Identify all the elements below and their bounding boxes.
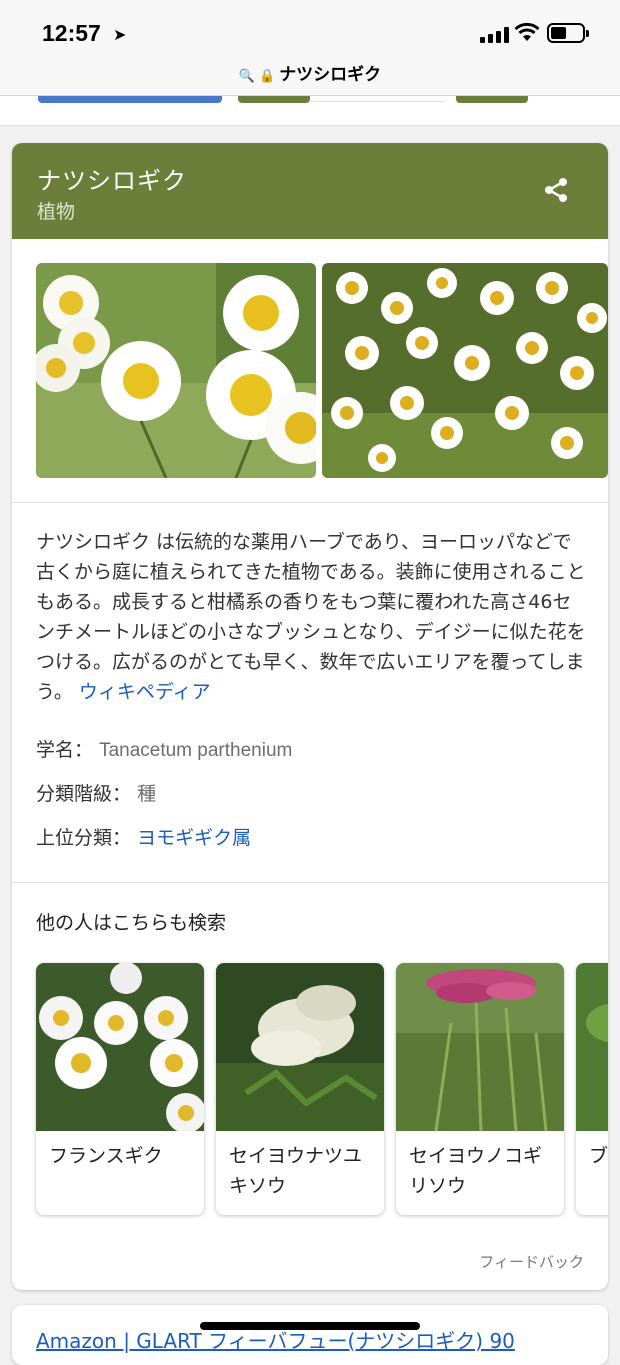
fact-rank: 分類階級： 種	[36, 779, 156, 806]
knowledge-panel: ナツシロギク 植物 ナツシロギク は伝統的な薬用ハーブであり、ヨーロッパなどで古…	[12, 143, 608, 1290]
battery-icon	[547, 23, 589, 43]
divider	[12, 502, 608, 503]
cellular-signal-icon	[480, 27, 509, 43]
related-item-image	[36, 963, 204, 1131]
knowledge-panel-header: ナツシロギク 植物	[12, 143, 608, 239]
description: ナツシロギク は伝統的な薬用ハーブであり、ヨーロッパなどで古くから庭に植えられて…	[36, 527, 588, 707]
divider	[12, 882, 608, 883]
feverfew-photo-2[interactable]	[322, 263, 608, 478]
related-item-image	[576, 963, 608, 1131]
previous-results-strip	[0, 96, 620, 126]
related-item-label: フランスギク	[49, 1145, 163, 1167]
fact-label: 分類階級：	[36, 783, 132, 805]
related-item[interactable]: フランスギク	[36, 963, 204, 1215]
description-text: ナツシロギク は伝統的な薬用ハーブであり、ヨーロッパなどで古くから庭に植えられて…	[36, 531, 586, 703]
address-title: ナツシロギク	[279, 65, 382, 85]
feverfew-photo-1[interactable]	[36, 263, 316, 478]
share-icon[interactable]	[542, 176, 570, 204]
related-item-image	[396, 963, 564, 1131]
location-arrow-icon: ➤	[113, 25, 127, 44]
related-item[interactable]: ブルュ	[576, 963, 608, 1215]
wifi-icon	[514, 22, 540, 41]
previous-thumb[interactable]	[38, 96, 222, 103]
parent-taxon-link[interactable]: ヨモギギク属	[137, 827, 251, 849]
fact-label: 学名：	[36, 739, 94, 761]
home-indicator[interactable]	[200, 1322, 420, 1330]
related-item-label: セイヨウナツユキソウ	[229, 1145, 363, 1197]
panel-title: ナツシロギク	[37, 167, 187, 195]
fact-scientific-name: 学名： Tanacetum parthenium	[36, 735, 292, 762]
previous-thumb[interactable]	[456, 96, 528, 103]
related-item-image	[216, 963, 384, 1131]
previous-thumb[interactable]	[238, 96, 310, 103]
feedback-link[interactable]: フィードバック	[479, 1251, 584, 1272]
lock-icon: 🔒	[259, 69, 276, 84]
related-item-label: セイヨウノコギリソウ	[409, 1145, 543, 1197]
status-bar: 12:57 ➤ 🔍 🔒 ナツシロギク	[0, 0, 620, 96]
related-item-label: ブルュ	[589, 1145, 608, 1167]
fact-label: 上位分類：	[36, 827, 132, 849]
fact-parent-taxon: 上位分類： ヨモギギク属	[36, 823, 251, 850]
clock: 12:57	[42, 20, 101, 46]
search-icon: 🔍	[238, 69, 255, 84]
address-bar[interactable]: 🔍 🔒 ナツシロギク	[0, 60, 620, 85]
panel-subtitle: 植物	[37, 201, 76, 223]
fact-value: Tanacetum parthenium	[99, 740, 293, 761]
fact-value: 種	[137, 784, 157, 805]
related-item[interactable]: セイヨウナツユキソウ	[216, 963, 384, 1215]
related-searches-title: 他の人はこちらも検索	[36, 912, 227, 934]
next-result-card: Amazon | GLART フィーバフュー(ナツシロギク) 90	[12, 1305, 608, 1365]
wikipedia-link[interactable]: ウィキペディア	[79, 681, 211, 703]
previous-card-edge	[310, 96, 444, 102]
related-item[interactable]: セイヨウノコギリソウ	[396, 963, 564, 1215]
